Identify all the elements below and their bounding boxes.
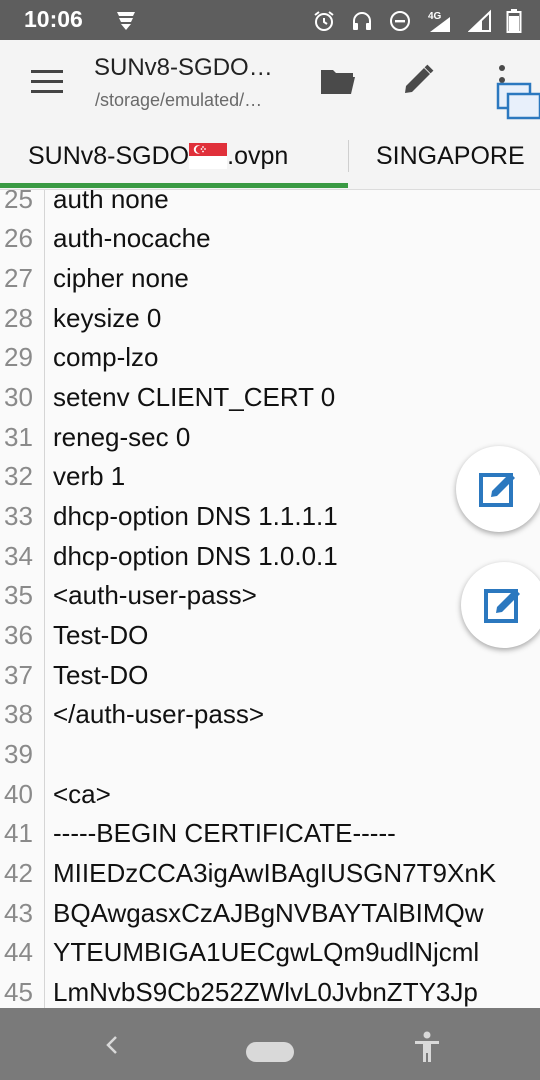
- line-text: auth none: [53, 190, 169, 214]
- line-number: 44: [4, 937, 33, 967]
- edit-note-icon: [484, 589, 520, 623]
- line-number: 34: [4, 541, 33, 571]
- code-line[interactable]: 36 Test-DO: [0, 620, 540, 660]
- headset-icon: [353, 12, 371, 30]
- line-number: 29: [4, 342, 33, 372]
- edit-button[interactable]: [396, 58, 440, 102]
- line-text: keysize 0: [53, 303, 162, 333]
- system-nav-bar: [0, 1008, 540, 1080]
- code-line[interactable]: 41 -----BEGIN CERTIFICATE-----: [0, 818, 540, 858]
- code-line[interactable]: 27 cipher none: [0, 263, 540, 303]
- line-text: comp-lzo: [53, 342, 159, 372]
- line-number: 26: [4, 223, 33, 253]
- code-line[interactable]: 39: [0, 739, 540, 779]
- tab-label: SINGAPORE: [376, 141, 525, 170]
- line-number: 41: [4, 818, 33, 848]
- network-label: 4G: [428, 11, 442, 22]
- code-line[interactable]: 31 reneg-sec 0: [0, 422, 540, 462]
- code-line[interactable]: 25 auth none: [0, 190, 540, 224]
- edit-note-icon: [479, 473, 515, 507]
- line-text: <ca>: [53, 779, 111, 809]
- line-text: setenv CLIENT_CERT 0: [53, 382, 336, 412]
- line-number: 30: [4, 382, 33, 412]
- line-number: 35: [4, 580, 33, 610]
- line-number: 42: [4, 858, 33, 888]
- code-editor[interactable]: 25 auth none 26 auth-nocache 27 cipher none…: [0, 190, 540, 1008]
- line-number: 43: [4, 898, 33, 928]
- code-line[interactable]: 29 comp-lzo: [0, 342, 540, 382]
- code-line[interactable]: 28 keysize 0: [0, 303, 540, 343]
- menu-icon[interactable]: [28, 68, 66, 96]
- line-text: Test-DO: [53, 620, 149, 650]
- line-number: 25: [4, 190, 33, 214]
- line-number: 39: [4, 739, 33, 769]
- line-text: auth-nocache: [53, 223, 211, 253]
- signal-4g-icon: 4G: [428, 11, 450, 32]
- line-text: cipher none: [53, 263, 189, 293]
- tab-singapore[interactable]: SINGAPORE: [376, 122, 525, 189]
- line-number: 36: [4, 620, 33, 650]
- code-line[interactable]: 44 YTEUMBIGA1UECgwLQm9udlNjcml: [0, 937, 540, 977]
- line-text: <auth-user-pass>: [53, 580, 257, 610]
- line-text: Test-DO: [53, 660, 149, 690]
- home-pill[interactable]: [246, 1042, 294, 1062]
- tab-label-prefix: SUNv8-SGDO: [28, 141, 190, 170]
- folder-icon: [321, 70, 355, 94]
- line-number: 27: [4, 263, 33, 293]
- line-text: YTEUMBIGA1UECgwLQm9udlNjcml: [53, 937, 480, 967]
- code-line[interactable]: 35 <auth-user-pass>: [0, 580, 540, 620]
- line-text: LmNvbS9Cb252ZWlvL0JvbnZTY3Jp: [53, 977, 478, 1007]
- code-line[interactable]: 43 BQAwgasxCzAJBgNVBAYTAlBIMQw: [0, 898, 540, 938]
- back-icon[interactable]: [100, 1032, 126, 1058]
- battery-icon: [506, 9, 522, 33]
- line-text: dhcp-option DNS 1.1.1.1: [53, 501, 338, 531]
- alarm-icon: [314, 11, 334, 31]
- app-toolbar: SUNv8-SGDO… /storage/emulated/…: [0, 40, 540, 122]
- line-text: verb 1: [53, 461, 126, 491]
- active-tab-indicator: [0, 183, 348, 188]
- singapore-flag-icon: [189, 143, 228, 169]
- tab-divider: [348, 140, 349, 172]
- status-bar: 10:06 4G: [0, 0, 540, 40]
- code-line[interactable]: 30 setenv CLIENT_CERT 0: [0, 382, 540, 422]
- line-number: 38: [4, 699, 33, 729]
- line-number: 45: [4, 977, 33, 1007]
- multi-window-icon[interactable]: [496, 82, 540, 122]
- line-text: -----BEGIN CERTIFICATE-----: [53, 818, 396, 848]
- edit-fab-button[interactable]: [461, 562, 540, 648]
- code-line[interactable]: 26 auth-nocache: [0, 223, 540, 263]
- code-line[interactable]: 45 LmNvbS9Cb252ZWlvL0JvbnZTY3Jp: [0, 977, 540, 1008]
- code-line[interactable]: 40 <ca>: [0, 779, 540, 819]
- do-not-disturb-icon: [390, 11, 410, 31]
- line-number: 37: [4, 660, 33, 690]
- code-line[interactable]: 37 Test-DO: [0, 660, 540, 700]
- status-time: 10:06: [24, 6, 83, 32]
- code-line[interactable]: 38 </auth-user-pass>: [0, 699, 540, 739]
- line-text: dhcp-option DNS 1.0.0.1: [53, 541, 338, 571]
- open-folder-button[interactable]: [316, 58, 360, 102]
- file-tabs: SUNv8-SGDO .ovpn SINGAPORE: [0, 122, 540, 190]
- file-path: /storage/emulated/…: [95, 90, 263, 110]
- line-text: BQAwgasxCzAJBgNVBAYTAlBIMQw: [53, 898, 484, 928]
- line-number: 40: [4, 779, 33, 809]
- file-title: SUNv8-SGDO…: [94, 54, 273, 81]
- line-text: </auth-user-pass>: [53, 699, 265, 729]
- app-notification-icon: [117, 12, 135, 30]
- tab-label-suffix: .ovpn: [227, 141, 289, 170]
- code-line[interactable]: 34 dhcp-option DNS 1.0.0.1: [0, 541, 540, 581]
- accessibility-icon[interactable]: [412, 1030, 442, 1064]
- line-number: 28: [4, 303, 33, 333]
- line-number: 32: [4, 461, 33, 491]
- edit-pencil-icon: [405, 64, 434, 93]
- line-number: 33: [4, 501, 33, 531]
- code-line[interactable]: 42 MIIEDzCCA3igAwIBAgIUSGN7T9XnK: [0, 858, 540, 898]
- status-icons: 4G: [312, 8, 522, 34]
- line-number: 31: [4, 422, 33, 452]
- edit-fab-button[interactable]: [456, 446, 540, 532]
- line-text: reneg-sec 0: [53, 422, 191, 452]
- tab-active-file[interactable]: SUNv8-SGDO .ovpn: [28, 122, 289, 189]
- signal-icon: [468, 9, 491, 32]
- line-text: MIIEDzCCA3igAwIBAgIUSGN7T9XnK: [53, 858, 497, 888]
